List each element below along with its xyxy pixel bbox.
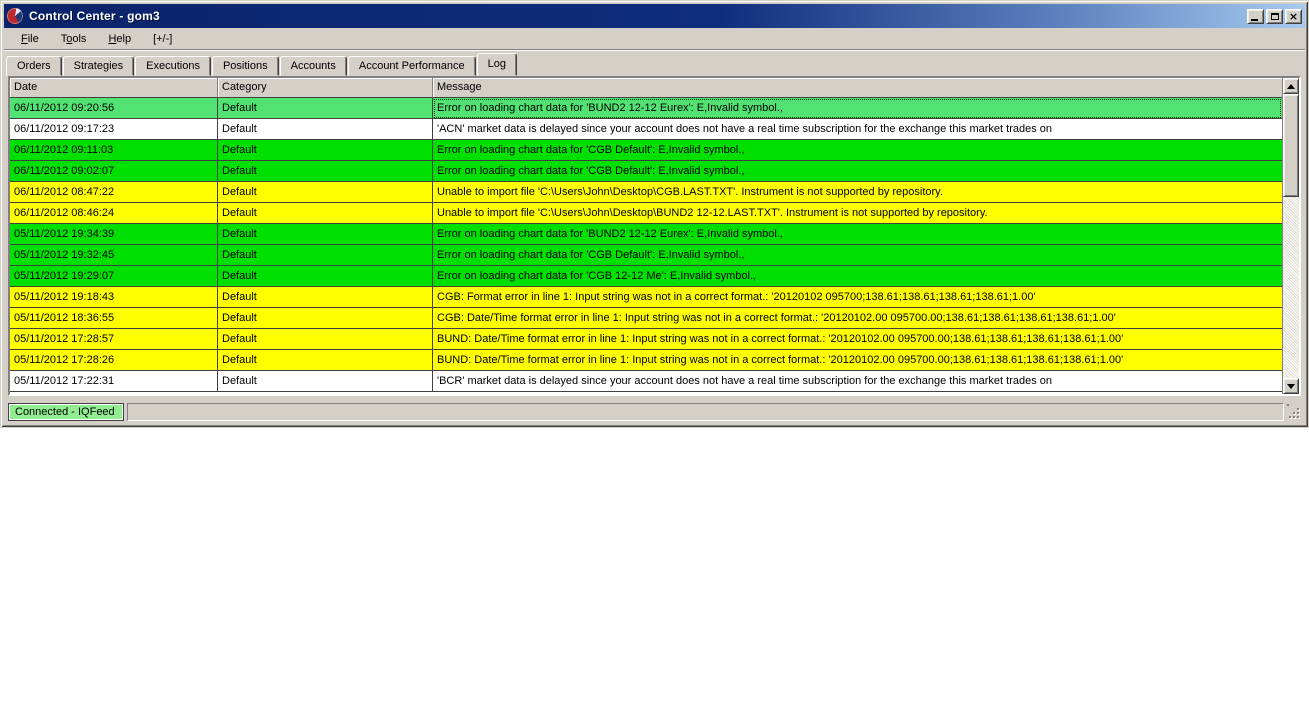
cell-date: 06/11/2012 08:47:22 — [10, 182, 218, 203]
cell-date: 06/11/2012 09:02:07 — [10, 161, 218, 182]
cell-message: BUND: Date/Time format error in line 1: … — [433, 329, 1282, 350]
log-panel: Date Category Message 06/11/2012 09:20:56 D… — [8, 76, 1301, 396]
cell-message: Error on loading chart data for 'CGB Def… — [433, 140, 1282, 161]
table-row[interactable]: 06/11/2012 09:17:23 Default 'ACN' market d… — [10, 119, 1282, 140]
table-row[interactable]: 05/11/2012 17:28:57 Default BUND: Date/Tim… — [10, 329, 1282, 350]
cell-date: 06/11/2012 09:20:56 — [10, 98, 218, 119]
tab-account-performance[interactable]: Account Performance — [347, 56, 476, 76]
cell-date: 05/11/2012 17:22:31 — [10, 371, 218, 392]
cell-date: 05/11/2012 19:34:39 — [10, 224, 218, 245]
table-row[interactable]: 06/11/2012 09:20:56 Default Error on loadi… — [10, 98, 1282, 119]
cell-message: Error on loading chart data for 'BUND2 1… — [433, 224, 1282, 245]
maximize-icon — [1270, 12, 1279, 20]
table-row[interactable]: 05/11/2012 19:32:45 Default Error on loadi… — [10, 245, 1282, 266]
tab-executions[interactable]: Executions — [135, 56, 211, 76]
cell-date: 05/11/2012 19:18:43 — [10, 287, 218, 308]
column-header-date[interactable]: Date — [10, 78, 218, 98]
tab-log[interactable]: Log — [476, 53, 517, 76]
cell-category: Default — [218, 245, 433, 266]
tab-strategies[interactable]: Strategies — [62, 56, 135, 76]
menu-bar: File Tools Help [+/-] — [4, 28, 1305, 50]
scrollbar-thumb[interactable] — [1283, 94, 1299, 197]
scrollbar-track[interactable] — [1283, 197, 1299, 378]
cell-category: Default — [218, 350, 433, 371]
cell-category: Default — [218, 119, 433, 140]
cell-date: 05/11/2012 18:36:55 — [10, 308, 218, 329]
menu-item-file[interactable]: File — [12, 31, 48, 47]
cell-message: BUND: Date/Time format error in line 1: … — [433, 350, 1282, 371]
cell-date: 06/11/2012 09:11:03 — [10, 140, 218, 161]
title-bar[interactable]: Control Center - gom3 × — [4, 4, 1305, 28]
cell-message: Unable to import file 'C:\Users\John\Des… — [433, 182, 1282, 203]
tab-positions[interactable]: Positions — [211, 56, 279, 76]
cell-message: CGB: Format error in line 1: Input strin… — [433, 287, 1282, 308]
log-grid: Date Category Message 06/11/2012 09:20:56 D… — [10, 78, 1282, 394]
control-center-window: Control Center - gom3 × File Tools Help [+/… — [0, 0, 1309, 428]
cell-category: Default — [218, 140, 433, 161]
table-row[interactable]: 05/11/2012 18:36:55 Default CGB: Date/Time… — [10, 308, 1282, 329]
cell-category: Default — [218, 161, 433, 182]
tab-orders[interactable]: Orders — [6, 56, 62, 76]
window-controls: × — [1247, 8, 1302, 24]
cell-date: 06/11/2012 08:46:24 — [10, 203, 218, 224]
arrow-down-icon — [1287, 383, 1295, 389]
cell-message: Error on loading chart data for 'CGB Def… — [433, 161, 1282, 182]
cell-category: Default — [218, 371, 433, 392]
cell-date: 05/11/2012 19:29:07 — [10, 266, 218, 287]
app-logo-icon — [7, 8, 23, 24]
arrow-up-icon — [1287, 83, 1295, 89]
tab-accounts[interactable]: Accounts — [279, 56, 347, 76]
close-button[interactable]: × — [1285, 8, 1302, 24]
cell-category: Default — [218, 287, 433, 308]
maximize-button[interactable] — [1266, 8, 1283, 24]
cell-category: Default — [218, 329, 433, 350]
status-bar: Connected - IQFeed — [6, 401, 1303, 423]
column-header-message[interactable]: Message — [433, 78, 1282, 98]
cell-message: CGB: Date/Time format error in line 1: I… — [433, 308, 1282, 329]
table-row[interactable]: 05/11/2012 19:34:39 Default Error on loadi… — [10, 224, 1282, 245]
log-grid-header: Date Category Message — [10, 78, 1282, 98]
window-title: Control Center - gom3 — [29, 9, 160, 23]
table-row[interactable]: 06/11/2012 08:46:24 Default Unable to impo… — [10, 203, 1282, 224]
resize-grip-icon[interactable] — [1287, 404, 1301, 420]
scroll-up-button[interactable] — [1283, 78, 1299, 94]
cell-message: 'ACN' market data is delayed since your … — [433, 119, 1282, 140]
cell-category: Default — [218, 98, 433, 119]
menu-item-help[interactable]: Help — [99, 31, 140, 47]
log-grid-body: 06/11/2012 09:20:56 Default Error on loadi… — [10, 98, 1282, 394]
connection-status-badge: Connected - IQFeed — [8, 403, 124, 421]
cell-category: Default — [218, 308, 433, 329]
vertical-scrollbar[interactable] — [1282, 78, 1299, 394]
cell-date: 05/11/2012 17:28:57 — [10, 329, 218, 350]
close-icon: × — [1288, 9, 1299, 23]
cell-category: Default — [218, 203, 433, 224]
minimize-icon — [1251, 18, 1258, 21]
column-header-category[interactable]: Category — [218, 78, 433, 98]
table-row[interactable]: 05/11/2012 17:22:31 Default 'BCR' market d… — [10, 371, 1282, 392]
desktop: Control Center - gom3 × File Tools Help [+/… — [0, 0, 1309, 720]
tab-strip: Orders Strategies Executions Positions Accou… — [4, 50, 1305, 76]
table-row[interactable]: 05/11/2012 19:29:07 Default Error on loadi… — [10, 266, 1282, 287]
cell-message: Error on loading chart data for 'CGB 12-… — [433, 266, 1282, 287]
cell-message: Error on loading chart data for 'CGB Def… — [433, 245, 1282, 266]
minimize-button[interactable] — [1247, 8, 1264, 24]
status-bar-panel — [126, 403, 1284, 421]
cell-message: Error on loading chart data for 'BUND2 1… — [433, 98, 1282, 119]
cell-category: Default — [218, 224, 433, 245]
menu-item-tools[interactable]: Tools — [52, 31, 96, 47]
cell-date: 05/11/2012 17:28:26 — [10, 350, 218, 371]
scroll-down-button[interactable] — [1283, 378, 1299, 394]
table-row[interactable]: 06/11/2012 09:02:07 Default Error on loadi… — [10, 161, 1282, 182]
cell-date: 05/11/2012 19:32:45 — [10, 245, 218, 266]
cell-category: Default — [218, 182, 433, 203]
table-row[interactable]: 05/11/2012 17:28:26 Default BUND: Date/Tim… — [10, 350, 1282, 371]
cell-message: 'BCR' market data is delayed since your … — [433, 371, 1282, 392]
cell-category: Default — [218, 266, 433, 287]
cell-message: Unable to import file 'C:\Users\John\Des… — [433, 203, 1282, 224]
cell-date: 06/11/2012 09:17:23 — [10, 119, 218, 140]
table-row[interactable]: 05/11/2012 19:18:43 Default CGB: Format er… — [10, 287, 1282, 308]
table-row[interactable]: 06/11/2012 08:47:22 Default Unable to impo… — [10, 182, 1282, 203]
table-row[interactable]: 06/11/2012 09:11:03 Default Error on loadi… — [10, 140, 1282, 161]
menu-item-expand[interactable]: [+/-] — [144, 31, 181, 47]
